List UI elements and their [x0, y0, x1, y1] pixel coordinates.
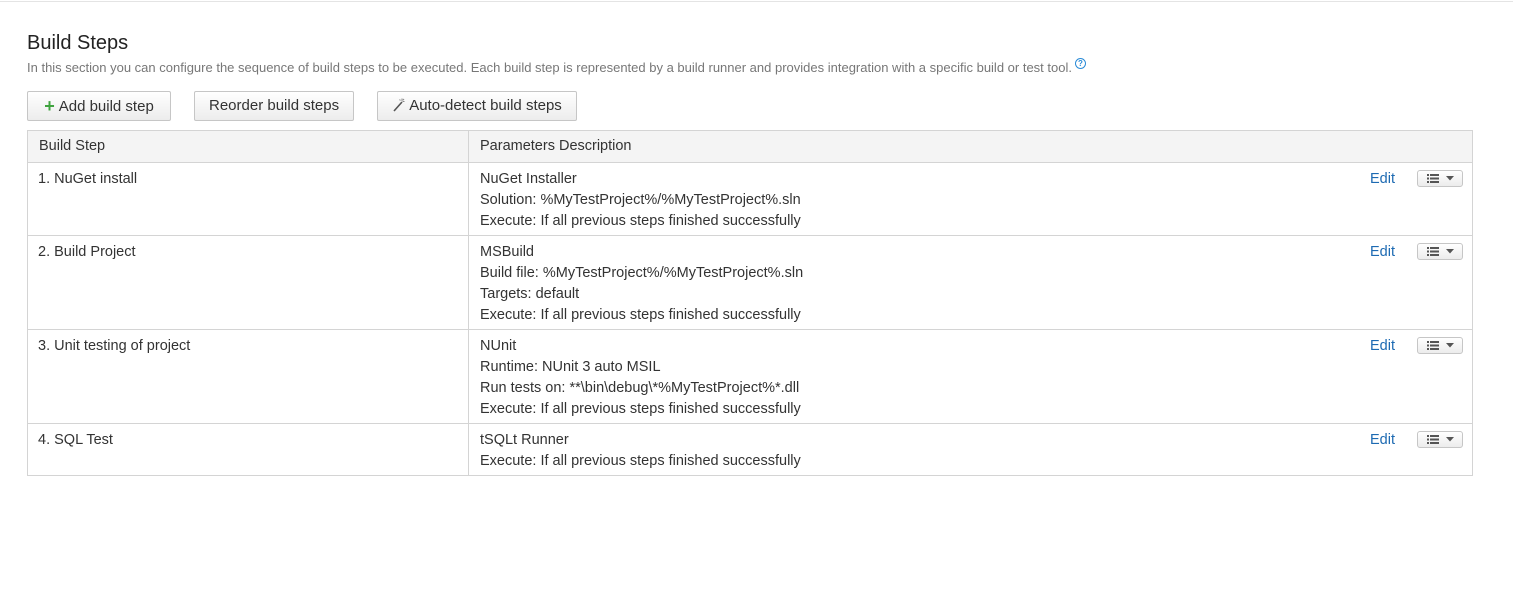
- top-divider: [0, 1, 1513, 2]
- runner-type: NuGet Installer: [480, 171, 577, 187]
- column-header-build-step: Build Step: [27, 130, 469, 163]
- runner-type: MSBuild: [480, 244, 534, 260]
- table-header-row: Build Step Parameters Description: [27, 130, 1473, 163]
- row-actions-menu-button[interactable]: [1417, 170, 1463, 187]
- step-name[interactable]: 1. NuGet install: [27, 162, 469, 236]
- param-line: Solution: %MyTestProject%/%MyTestProject…: [480, 192, 801, 208]
- reorder-build-steps-button[interactable]: Reorder build steps: [194, 91, 354, 121]
- param-line: Execute: If all previous steps finished …: [480, 453, 801, 469]
- auto-detect-label: Auto-detect build steps: [409, 97, 562, 114]
- runner-type: tSQLt Runner: [480, 432, 569, 448]
- param-line: Run tests on: **\bin\debug\*%MyTestProje…: [480, 380, 800, 396]
- param-line: Runtime: NUnit 3 auto MSIL: [480, 359, 661, 375]
- add-build-step-label: Add build step: [58, 98, 154, 115]
- step-parameters: NuGet Installer Solution: %MyTestProject…: [468, 162, 1473, 236]
- column-header-parameters: Parameters Description: [468, 130, 1473, 163]
- step-name[interactable]: 2. Build Project: [27, 235, 469, 330]
- param-line: Targets: default: [480, 286, 580, 302]
- auto-detect-build-steps-button[interactable]: Auto-detect build steps: [377, 91, 577, 121]
- list-menu-icon: [1427, 174, 1454, 183]
- table-row[interactable]: 2. Build Project MSBuild Build file: %My…: [27, 235, 1473, 330]
- param-line: Execute: If all previous steps finished …: [480, 213, 801, 229]
- build-steps-section: Build Steps In this section you can conf…: [27, 30, 1473, 476]
- page-title: Build Steps: [27, 32, 129, 54]
- step-parameters: NUnit Runtime: NUnit 3 auto MSIL Run tes…: [468, 329, 1473, 424]
- row-actions-menu-button[interactable]: [1417, 431, 1463, 448]
- plus-icon: +: [44, 96, 55, 116]
- param-line: Execute: If all previous steps finished …: [480, 307, 801, 323]
- section-description: In this section you can configure the se…: [27, 58, 1472, 76]
- step-parameters: MSBuild Build file: %MyTestProject%/%MyT…: [468, 235, 1473, 330]
- table-row[interactable]: 1. NuGet install NuGet Installer Solutio…: [27, 162, 1473, 236]
- table-row[interactable]: 4. SQL Test tSQLt Runner Execute: If all…: [27, 423, 1473, 476]
- list-menu-icon: [1427, 435, 1454, 444]
- list-menu-icon: [1427, 247, 1454, 256]
- help-icon[interactable]: ?: [1074, 58, 1086, 69]
- add-build-step-button[interactable]: + Add build step: [27, 91, 171, 121]
- param-line: Build file: %MyTestProject%/%MyTestProje…: [480, 265, 804, 281]
- step-parameters: tSQLt Runner Execute: If all previous st…: [468, 423, 1473, 476]
- build-steps-table: Build Step Parameters Description 1. NuG…: [27, 130, 1473, 476]
- edit-link[interactable]: Edit: [1370, 242, 1395, 263]
- toolbar: + Add build step Reorder build steps Auto…: [27, 91, 1472, 123]
- param-line: Execute: If all previous steps finished …: [480, 401, 801, 417]
- edit-link[interactable]: Edit: [1370, 336, 1395, 357]
- edit-link[interactable]: Edit: [1370, 169, 1395, 190]
- description-text: In this section you can configure the se…: [27, 60, 1072, 75]
- row-actions-menu-button[interactable]: [1417, 243, 1463, 260]
- step-name[interactable]: 3. Unit testing of project: [27, 329, 469, 424]
- row-actions-menu-button[interactable]: [1417, 337, 1463, 354]
- table-row[interactable]: 3. Unit testing of project NUnit Runtime…: [27, 329, 1473, 424]
- list-menu-icon: [1427, 341, 1454, 350]
- magic-wand-icon: [393, 98, 405, 112]
- edit-link[interactable]: Edit: [1370, 430, 1395, 451]
- runner-type: NUnit: [480, 338, 517, 354]
- step-name[interactable]: 4. SQL Test: [27, 423, 469, 476]
